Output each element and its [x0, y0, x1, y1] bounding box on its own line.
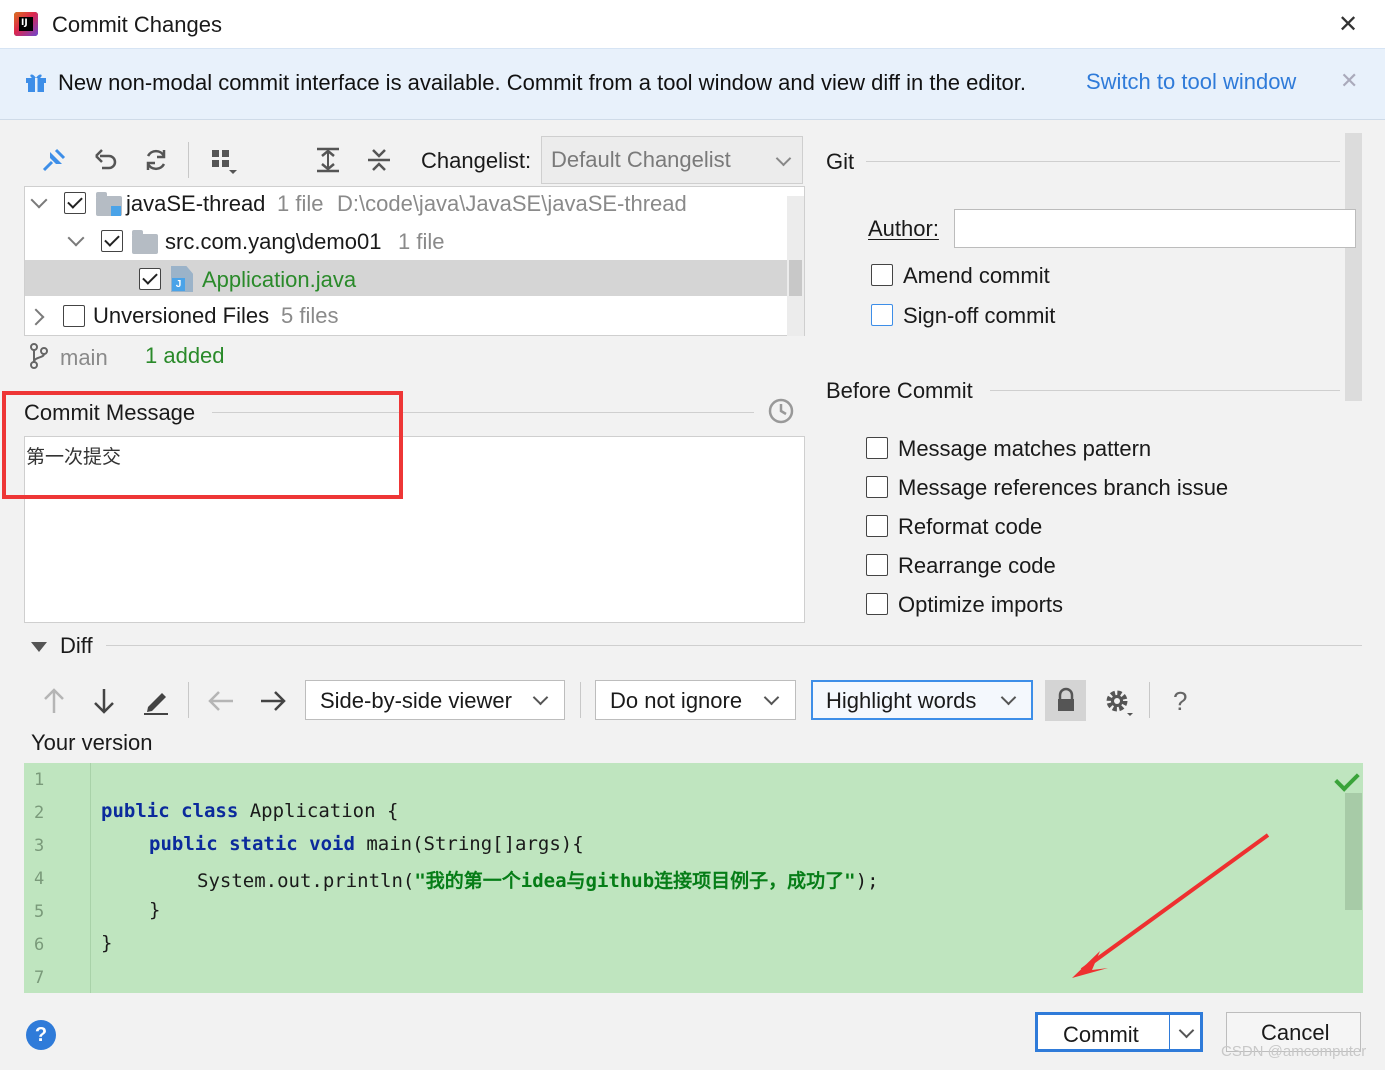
help-button[interactable]: ?	[26, 1020, 56, 1050]
tree-item-project-count: 1 file	[277, 191, 324, 216]
viewer-value: Side-by-side viewer	[320, 688, 512, 713]
code-string: "我的第一个idea与github连接项目例子，成功了"	[414, 870, 856, 892]
changelist-label: Changelist:	[421, 148, 532, 173]
line-number: 1	[34, 770, 45, 790]
divider	[990, 390, 1340, 391]
code-line: public class Application {	[101, 800, 398, 822]
arrow-down-icon[interactable]	[91, 687, 117, 715]
tree-checkbox-package[interactable]	[101, 230, 123, 252]
folder-icon	[96, 192, 122, 216]
code-scrollbar[interactable]	[1345, 793, 1362, 910]
banner-close-icon[interactable]: ✕	[1340, 68, 1358, 94]
tree-scrollbar-thumb[interactable]	[789, 260, 802, 296]
switch-to-tool-window-link[interactable]: Switch to tool window	[1086, 69, 1296, 95]
app-logo-icon: IJ	[14, 12, 38, 36]
code-line: }	[101, 932, 113, 954]
banner-message: New non-modal commit interface is availa…	[58, 70, 1027, 95]
code-text: );	[855, 870, 879, 892]
history-clock-icon[interactable]	[767, 397, 795, 425]
reformat-code-checkbox[interactable]	[866, 515, 888, 537]
arrow-up-icon[interactable]	[41, 687, 67, 715]
refresh-icon[interactable]	[142, 146, 170, 174]
before-commit-section-label: Before Commit	[826, 378, 973, 403]
gift-icon	[26, 74, 46, 92]
optimize-imports-label[interactable]: Optimize imports	[898, 592, 1063, 618]
author-input[interactable]	[954, 209, 1356, 248]
sign-off-commit-label[interactable]: Sign-off commit	[903, 303, 1055, 329]
tree-checkbox-project[interactable]	[64, 192, 86, 214]
code-text: System.out.println(	[197, 870, 415, 892]
close-icon[interactable]: ✕	[1338, 10, 1358, 39]
window-title: Commit Changes	[52, 12, 222, 37]
annotation-arrow	[1072, 833, 1270, 978]
collapse-all-icon[interactable]	[365, 146, 393, 174]
group-icon[interactable]	[210, 148, 238, 176]
chevron-down-icon[interactable]	[1178, 1022, 1195, 1039]
tree-item-project-path: D:\code\java\JavaSE\javaSE-thread	[337, 191, 687, 216]
gutter-divider	[90, 763, 91, 993]
commit-button[interactable]: Commit	[1035, 1012, 1203, 1052]
tree-checkbox-unversioned[interactable]	[63, 305, 85, 327]
code-keyword: public static void	[149, 833, 355, 855]
tree-item-unversioned[interactable]: Unversioned Files	[93, 303, 269, 329]
your-version-label: Your version	[31, 730, 153, 755]
edit-icon[interactable]	[142, 687, 170, 715]
line-number: 7	[34, 968, 45, 988]
line-number: 2	[34, 803, 45, 823]
options-scrollbar[interactable]	[1345, 133, 1362, 401]
divider	[866, 161, 1340, 162]
folder-icon	[132, 230, 158, 254]
diff-section-label[interactable]: Diff	[60, 633, 93, 659]
changes-summary: 1 added	[145, 343, 225, 368]
code-line: System.out.println("我的第一个idea与github连接项目…	[197, 866, 879, 893]
arrow-left-icon[interactable]	[207, 689, 235, 713]
split-divider	[1169, 1015, 1170, 1049]
code-keyword: public class	[101, 800, 239, 822]
sign-off-commit-checkbox[interactable]	[871, 304, 893, 326]
tree-item-unversioned-count: 5 files	[281, 303, 339, 328]
lock-icon	[1058, 687, 1074, 711]
commit-button-label: Commit	[1063, 1022, 1139, 1047]
line-number: 6	[34, 935, 45, 955]
arrow-right-icon[interactable]	[259, 689, 287, 713]
message-matches-pattern-label[interactable]: Message matches pattern	[898, 436, 1151, 462]
undo-icon[interactable]	[92, 146, 120, 174]
highlight-annotation-box	[2, 391, 403, 499]
gear-icon[interactable]	[1103, 687, 1135, 719]
branch-icon	[30, 343, 48, 369]
tree-checkbox-file[interactable]	[139, 268, 161, 290]
code-line: }	[149, 899, 161, 921]
divider	[106, 645, 1362, 646]
line-number: 4	[34, 869, 45, 889]
tree-item-file[interactable]: Application.java	[202, 267, 356, 293]
author-label: Author:	[868, 216, 939, 241]
reformat-code-label[interactable]: Reformat code	[898, 514, 1042, 540]
pin-icon[interactable]	[40, 146, 68, 174]
ignore-value: Do not ignore	[610, 688, 743, 713]
code-line: public static void main(String[]args){	[149, 833, 584, 855]
watermark: CSDN @amcomputer	[1221, 1043, 1367, 1060]
tree-item-project[interactable]: javaSE-thread	[126, 191, 265, 217]
code-text: Application {	[238, 800, 399, 822]
rearrange-code-checkbox[interactable]	[866, 554, 888, 576]
amend-commit-label[interactable]: Amend commit	[903, 263, 1050, 289]
rearrange-code-label[interactable]: Rearrange code	[898, 553, 1056, 579]
changelist-value: Default Changelist	[551, 147, 731, 172]
line-number: 3	[34, 836, 45, 856]
message-references-branch-checkbox[interactable]	[866, 476, 888, 498]
git-section-label: Git	[826, 149, 855, 174]
message-references-branch-label[interactable]: Message references branch issue	[898, 475, 1228, 501]
line-number: 5	[34, 902, 45, 922]
branch-name[interactable]: main	[60, 345, 108, 371]
amend-commit-checkbox[interactable]	[871, 264, 893, 286]
tree-item-package[interactable]: src.com.yang\demo01	[165, 229, 381, 255]
tree-item-package-count: 1 file	[398, 229, 445, 254]
message-matches-pattern-checkbox[interactable]	[866, 437, 888, 459]
code-text: main(String[]args){	[354, 833, 584, 855]
highlight-value: Highlight words	[826, 688, 977, 713]
collapse-triangle-icon[interactable]	[30, 640, 48, 654]
optimize-imports-checkbox[interactable]	[866, 593, 888, 615]
expand-all-icon[interactable]	[314, 146, 342, 174]
help-icon[interactable]: ?	[1173, 686, 1187, 717]
